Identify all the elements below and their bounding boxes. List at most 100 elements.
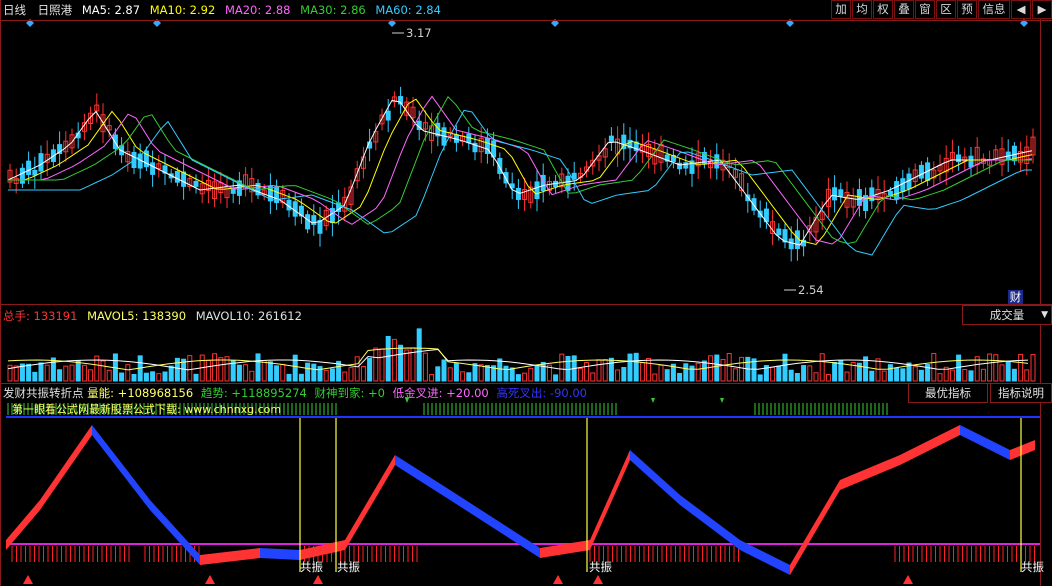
- volume-bar: [559, 353, 565, 382]
- volume-bar: [398, 344, 404, 382]
- volume-bar: [912, 366, 918, 382]
- candle: [565, 175, 571, 191]
- volume-bar: [553, 374, 559, 382]
- volume-bar: [261, 360, 267, 382]
- volume-bar: [757, 374, 763, 382]
- bottom-triangle: [23, 575, 33, 584]
- volume-bar: [348, 367, 354, 382]
- volume-bar: [633, 352, 639, 382]
- volume-bar: [429, 374, 435, 382]
- volume-header: 总手: 133191 MAVOL5: 138390 MAVOL10: 26161…: [3, 309, 302, 323]
- volume-bar: [999, 364, 1005, 382]
- volume-bar: [453, 362, 459, 382]
- volume-bar: [100, 360, 106, 382]
- finance-badge[interactable]: 财: [1008, 290, 1023, 304]
- toolbar-overlay-button[interactable]: 叠: [894, 0, 914, 19]
- volume-bar: [106, 369, 112, 382]
- wave-segment: [740, 540, 790, 575]
- indicator-trend: 趋势: +118895274: [200, 386, 307, 400]
- volume-bar: [57, 369, 63, 382]
- volume-bar: [218, 357, 224, 382]
- candle: [19, 167, 25, 184]
- volume-dropdown[interactable]: 成交量 ▼: [962, 305, 1052, 325]
- volume-bar: [131, 373, 137, 382]
- candle: [683, 162, 689, 169]
- toolbar-forecast-button[interactable]: 预: [957, 0, 977, 19]
- volume-bar: [385, 335, 391, 382]
- volume-bar: [590, 372, 596, 382]
- indicator-low-cross: 低金叉进: +20.00: [392, 386, 489, 400]
- indicator-name[interactable]: 发财共振转折点: [3, 386, 84, 400]
- toolbar-info-button[interactable]: 信息: [978, 0, 1010, 19]
- volume-bar: [292, 354, 298, 382]
- arrow-right-icon[interactable]: ▶: [1032, 0, 1052, 19]
- toolbar-range-button[interactable]: 区: [936, 0, 956, 19]
- volume-bar: [466, 372, 472, 382]
- mavol-line: [7, 348, 1029, 371]
- toolbar-add-button[interactable]: 加: [831, 0, 851, 19]
- volume-bar: [875, 358, 881, 382]
- volume-bar: [81, 364, 87, 382]
- volume-bar: [844, 371, 850, 382]
- wave-segment: [680, 495, 740, 550]
- best-indicator-button[interactable]: 最优指标: [908, 383, 988, 403]
- chart-canvas[interactable]: [0, 0, 1052, 586]
- indicator-wealth: 财神到家: +0: [314, 386, 385, 400]
- volume-bar: [596, 359, 602, 382]
- volume-bar: [534, 365, 540, 382]
- volume-bar: [243, 364, 249, 382]
- signal-triangle: [651, 398, 655, 403]
- indicator-help-button[interactable]: 指标说明: [990, 383, 1052, 403]
- volume-bar: [658, 364, 664, 382]
- volume-bar: [69, 364, 75, 382]
- candle: [193, 180, 199, 187]
- volume-bar: [143, 372, 149, 382]
- volume-bar: [305, 362, 311, 382]
- toolbar-average-button[interactable]: 均: [852, 0, 872, 19]
- volume-bar: [435, 366, 441, 382]
- volume-bar: [664, 369, 670, 382]
- toolbar-window-button[interactable]: 窗: [915, 0, 935, 19]
- volume-bar: [627, 353, 633, 382]
- volume-bar: [652, 373, 658, 382]
- candle: [38, 153, 44, 172]
- volume-bar: [460, 371, 466, 382]
- ma5-value: MA5: 2.87: [81, 3, 141, 17]
- volume-bar: [38, 362, 44, 382]
- high-price-label: 3.17: [406, 26, 432, 40]
- bottom-triangle: [553, 575, 563, 584]
- right-axis-line: [1040, 0, 1041, 586]
- volume-bar: [825, 373, 831, 382]
- toolbar-rights-button[interactable]: 权: [873, 0, 893, 19]
- volume-bar: [150, 371, 156, 382]
- volume-bar: [255, 353, 261, 382]
- wave-segment: [790, 480, 840, 575]
- wave-segment: [40, 425, 92, 510]
- volume-bar: [391, 338, 397, 382]
- candle: [534, 181, 540, 200]
- left-axis-line: [0, 0, 1, 586]
- ma20-value: MA20: 2.88: [224, 3, 291, 17]
- candle: [150, 162, 156, 175]
- volume-dropdown-label: 成交量: [989, 308, 1025, 322]
- volume-bar: [528, 367, 534, 382]
- volume-bar: [379, 348, 385, 382]
- candle: [968, 155, 974, 168]
- volume-bar: [472, 363, 478, 382]
- volume-bar: [887, 364, 893, 382]
- period-label[interactable]: 日线: [3, 3, 26, 17]
- volume-bar: [484, 365, 490, 382]
- candle: [174, 171, 180, 183]
- volume-bar: [900, 368, 906, 382]
- volume-label: 总手:: [3, 309, 34, 323]
- wave-segment: [92, 425, 150, 510]
- arrow-left-icon[interactable]: ◀: [1011, 0, 1031, 19]
- volume-bar: [1030, 354, 1036, 382]
- candle: [32, 169, 38, 176]
- ma30-value: MA30: 2.86: [300, 3, 366, 17]
- wave-segment: [6, 500, 40, 550]
- bottom-triangle: [205, 575, 215, 584]
- volume-bar: [801, 365, 807, 382]
- ma-header: 日线 日照港 MA5: 2.87 MA10: 2.92 MA20: 2.88 M…: [3, 3, 441, 17]
- volume-bar: [509, 367, 515, 382]
